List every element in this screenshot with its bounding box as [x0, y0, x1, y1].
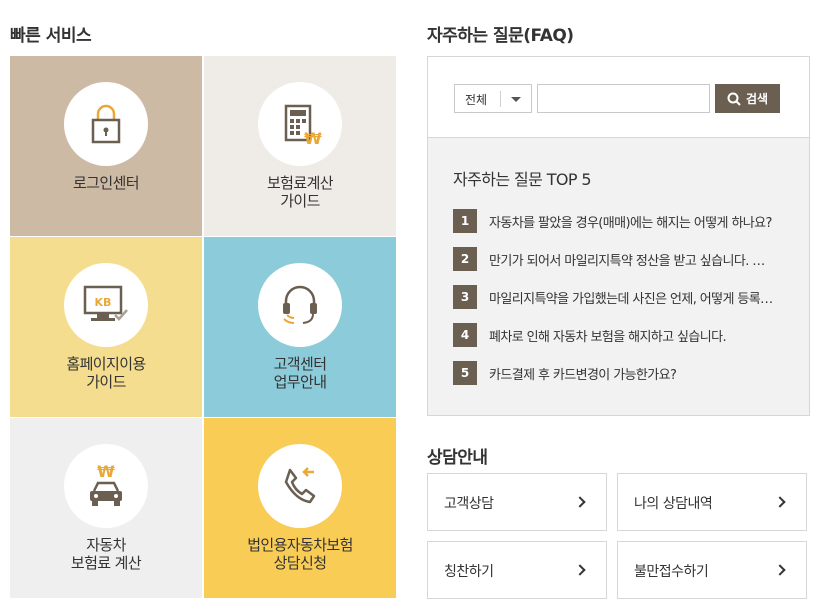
- tile-customer-center[interactable]: 고객센터 업무안내: [204, 237, 396, 417]
- faq-rank-badge: 1: [453, 209, 477, 233]
- search-icon: [727, 92, 741, 106]
- car-won-icon: ₩: [64, 444, 148, 528]
- tile-label: 자동차 보험료 계산: [70, 536, 142, 572]
- phone-icon: [258, 444, 342, 528]
- faq-item-3[interactable]: 3 마일리지특약을 가입했는데 사진은 언제, 어떻게 등록…: [453, 285, 793, 309]
- faq-search-button[interactable]: 검색: [715, 84, 780, 113]
- svg-text:₩: ₩: [97, 462, 115, 481]
- faq-search-area: 전체 검색: [428, 57, 809, 138]
- faq-category-select[interactable]: 전체: [454, 84, 532, 113]
- faq-question: 만기가 되어서 마일리지특약 정산을 받고 싶습니다. …: [489, 253, 765, 269]
- tile-label: 보험료계산 가이드: [266, 174, 334, 210]
- search-button-label: 검색: [745, 92, 769, 106]
- tile-homepage-guide[interactable]: KB 홈페이지이용 가이드: [10, 237, 202, 417]
- faq-item-2[interactable]: 2 만기가 되어서 마일리지특약 정산을 받고 싶습니다. …: [453, 247, 793, 271]
- consult-button-label: 칭찬하기: [444, 564, 494, 580]
- svg-text:KB: KB: [95, 296, 112, 309]
- headset-icon: [258, 263, 342, 347]
- faq-rank-badge: 5: [453, 361, 477, 385]
- faq-box: 전체 검색 자주하는 질문 TOP 5 1 자동차를 팔았을 경우(매매)에는 …: [427, 56, 810, 416]
- quick-service-grid: 로그인센터 ₩ 보험료계산 가이드 KB 홈페이지이용 가이드 고객센터 업무안…: [10, 56, 396, 598]
- consult-customer-button[interactable]: 고객상담: [427, 473, 607, 531]
- chevron-right-icon: [574, 496, 586, 508]
- consult-button-label: 불만접수하기: [634, 564, 709, 580]
- faq-item-5[interactable]: 5 카드결제 후 카드변경이 가능한가요?: [453, 361, 793, 385]
- faq-top5: 자주하는 질문 TOP 5 1 자동차를 팔았을 경우(매매)에는 해지는 어떻…: [428, 138, 809, 415]
- consult-button-label: 나의 상담내역: [634, 496, 713, 512]
- svg-text:₩: ₩: [304, 129, 322, 148]
- chevron-right-icon: [574, 564, 586, 576]
- consult-praise-button[interactable]: 칭찬하기: [427, 541, 607, 599]
- faq-question: 폐차로 인해 자동차 보험을 해지하고 싶습니다.: [489, 329, 727, 345]
- faq-rank-badge: 3: [453, 285, 477, 309]
- chevron-right-icon: [774, 564, 786, 576]
- chevron-right-icon: [774, 496, 786, 508]
- calculator-icon: ₩: [258, 82, 342, 166]
- faq-title: 자주하는 질문(FAQ): [427, 26, 574, 46]
- faq-question: 마일리지특약을 가입했는데 사진은 언제, 어떻게 등록…: [489, 291, 773, 307]
- faq-search-input[interactable]: [537, 84, 710, 113]
- tile-label: 법인용자동차보험 상담신청: [247, 536, 353, 572]
- faq-question: 카드결제 후 카드변경이 가능한가요?: [489, 367, 677, 383]
- quick-service-title: 빠른 서비스: [10, 26, 92, 46]
- consult-button-label: 고객상담: [444, 496, 494, 512]
- faq-category-value: 전체: [465, 93, 488, 107]
- faq-top5-title: 자주하는 질문 TOP 5: [453, 170, 592, 189]
- faq-question: 자동차를 팔았을 경우(매매)에는 해지는 어떻게 하나요?: [489, 215, 772, 231]
- tile-label: 고객센터 업무안내: [273, 355, 327, 391]
- consult-title: 상담안내: [427, 448, 488, 468]
- chevron-down-icon: [511, 97, 521, 102]
- consult-complaint-button[interactable]: 불만접수하기: [617, 541, 807, 599]
- lock-icon: [64, 82, 148, 166]
- tile-login-center[interactable]: 로그인센터: [10, 56, 202, 236]
- kb-monitor-icon: KB: [64, 263, 148, 347]
- tile-label: 홈페이지이용 가이드: [66, 355, 146, 391]
- faq-rank-badge: 2: [453, 247, 477, 271]
- faq-item-1[interactable]: 1 자동차를 팔았을 경우(매매)에는 해지는 어떻게 하나요?: [453, 209, 793, 233]
- tile-car-premium-calc[interactable]: ₩ 자동차 보험료 계산: [10, 418, 202, 598]
- tile-corporate-consult[interactable]: 법인용자동차보험 상담신청: [204, 418, 396, 598]
- tile-premium-calc-guide[interactable]: ₩ 보험료계산 가이드: [204, 56, 396, 236]
- consult-history-button[interactable]: 나의 상담내역: [617, 473, 807, 531]
- select-divider: [500, 91, 501, 107]
- faq-item-4[interactable]: 4 폐차로 인해 자동차 보험을 해지하고 싶습니다.: [453, 323, 793, 347]
- tile-label: 로그인센터: [72, 174, 140, 192]
- faq-rank-badge: 4: [453, 323, 477, 347]
